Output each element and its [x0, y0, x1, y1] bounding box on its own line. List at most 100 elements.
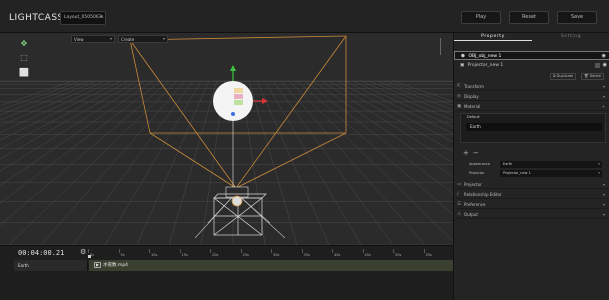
- remove-material-button[interactable]: −: [473, 149, 479, 157]
- chevron-down-icon: ▾: [602, 212, 605, 217]
- layout-select[interactable]: Layout_0505063... ▾: [60, 11, 106, 25]
- chevron-down-icon: ▾: [602, 182, 605, 187]
- material-item[interactable]: Earth: [466, 123, 602, 131]
- playhead[interactable]: [88, 255, 91, 258]
- tab-property[interactable]: Property: [454, 33, 532, 41]
- eye-icon[interactable]: ◉: [602, 52, 606, 61]
- ruler-tick: [88, 249, 89, 253]
- ruler-tick: [149, 249, 150, 253]
- track-header[interactable]: Earth: [14, 260, 88, 271]
- transform-icon: ⇱: [457, 84, 461, 89]
- clip-name: 水夜数.mp4: [103, 263, 129, 268]
- chevron-down-icon: ▾: [602, 192, 605, 197]
- ruler-tick: [179, 249, 181, 253]
- view-dropdown[interactable]: View ▾: [71, 35, 115, 43]
- transform-icon[interactable]: ⬚: [19, 53, 29, 63]
- section-label: Transform: [464, 84, 484, 89]
- scene-canvas: [0, 35, 453, 245]
- media-clip[interactable]: ▶ 水夜数.mp4: [91, 262, 131, 269]
- ruler-tick: [393, 249, 394, 253]
- plane-handle-yz: [234, 100, 243, 105]
- chevron-down-icon: ▾: [602, 84, 605, 89]
- object-row[interactable]: ▣ Projector_new 1 ◉: [454, 61, 609, 70]
- save-button[interactable]: Save: [557, 11, 597, 24]
- top-bar: LIGHTCASSO Layout_0505063... ▾ Play Rese…: [0, 0, 609, 33]
- timecode: 00:04:00.21: [18, 249, 65, 257]
- ruler-tick: [301, 249, 303, 253]
- ruler-tick: [240, 249, 242, 253]
- object-name: Projector_new 1: [467, 63, 504, 68]
- ruler-tick: [271, 249, 272, 253]
- section-relationship-editor[interactable]: ∕ Relationship Editor ▾: [456, 191, 608, 199]
- ruler-tick: [423, 249, 425, 253]
- projector-value: Projector_new 1: [503, 171, 531, 175]
- duplicate-button[interactable]: ⧉ Duplicate: [550, 73, 577, 80]
- move-icon[interactable]: ✥: [19, 39, 29, 49]
- section-label: Preference: [464, 202, 486, 207]
- ruler-tick-label: 20s: [212, 253, 219, 257]
- ruler-tick-label: 50s: [395, 253, 402, 257]
- section-label: Projector: [464, 182, 482, 187]
- play-button[interactable]: Play: [461, 11, 501, 24]
- projector-icon: ▣: [460, 63, 465, 68]
- ruler-tick-label: 30s: [273, 253, 280, 257]
- plus-icon[interactable]: +: [602, 103, 605, 111]
- section-label: Relationship Editor: [464, 192, 502, 197]
- create-dropdown[interactable]: Create ▾: [118, 35, 168, 43]
- section-preference[interactable]: ☰ Preference ▾: [456, 201, 608, 209]
- display-icon: ◎: [457, 94, 461, 99]
- material-group-label: Default: [467, 115, 480, 119]
- tab-setting[interactable]: Setting: [532, 33, 609, 41]
- ruler-tick-label: 15s: [181, 253, 188, 257]
- ruler-tick: [210, 249, 211, 253]
- object-name: OBJ_obj_new 1: [468, 54, 502, 59]
- object-row[interactable]: ⬢ OBJ_obj_new 1 ◉: [454, 51, 609, 60]
- chevron-down-icon: ▾: [602, 202, 605, 207]
- create-dropdown-label: Create: [121, 37, 135, 42]
- duplicate-label: Duplicate: [556, 74, 574, 78]
- track-label: Earth: [18, 263, 29, 268]
- ruler-tick-label: 55s: [425, 253, 432, 257]
- chevron-down-icon: ▾: [598, 162, 600, 166]
- section-projector[interactable]: ▭ Projector ▾: [456, 181, 608, 189]
- section-output[interactable]: ⚠ Output ▾: [456, 211, 608, 219]
- chevron-down-icon: ▾: [598, 171, 600, 175]
- cube-icon: ⬢: [461, 54, 465, 59]
- reset-button[interactable]: Reset: [509, 11, 549, 24]
- section-display[interactable]: ◎ Display ▾: [456, 93, 608, 101]
- y-axis-arrow: [230, 65, 236, 71]
- ruler-tick-label: 35s: [303, 253, 310, 257]
- property-panel: Property Setting ⬢ OBJ_obj_new 1 ◉ ▣ Pro…: [453, 33, 609, 300]
- ruler-tick: [362, 249, 364, 253]
- delete-button[interactable]: 🗑 Delete: [581, 73, 605, 80]
- eye-icon[interactable]: ◉: [603, 61, 607, 70]
- gear-icon[interactable]: ⚙: [80, 248, 86, 256]
- plane-handle-xz: [234, 94, 243, 99]
- chevron-down-icon: ▾: [109, 36, 112, 41]
- track-lane[interactable]: ▶ 水夜数.mp4: [89, 260, 453, 271]
- delete-label: Delete: [589, 74, 602, 78]
- section-material[interactable]: ▣ Material +: [456, 103, 608, 111]
- 3d-viewport[interactable]: ✥ ⬚ ⬜ View ▾ Create ▾: [0, 33, 453, 245]
- chevron-down-icon: ▾: [162, 36, 165, 41]
- preference-icon: ☰: [457, 202, 462, 207]
- plane-handle-xy: [234, 88, 243, 93]
- material-icon: ▣: [457, 104, 462, 109]
- appearance-value: Earth: [503, 162, 513, 166]
- ruler-tick-label: 45s: [364, 253, 371, 257]
- frame-icon[interactable]: ⬜: [19, 68, 29, 78]
- color-swatch[interactable]: [595, 63, 600, 68]
- ruler-tick-label: 25s: [242, 253, 249, 257]
- add-material-button[interactable]: +: [463, 149, 469, 157]
- projector-select[interactable]: Projector_new 1 ▾: [500, 170, 602, 177]
- chevron-down-icon: ▾: [602, 94, 605, 99]
- projector-lens: [231, 195, 243, 207]
- ruler-tick: [332, 249, 333, 253]
- appearance-label: Appearance: [469, 162, 491, 166]
- projector-icon: ▭: [457, 182, 462, 187]
- viewport-scrollbar[interactable]: [440, 38, 441, 55]
- timeline: 00:04:00.21 ⚙ 0s 5s 10s 15s 20s 25s 30s 35s 40s 4…: [0, 245, 453, 300]
- section-transform[interactable]: ⇱ Transform ▾: [456, 83, 608, 91]
- appearance-select[interactable]: Earth ▾: [500, 161, 602, 168]
- material-list: Default Earth: [460, 113, 606, 143]
